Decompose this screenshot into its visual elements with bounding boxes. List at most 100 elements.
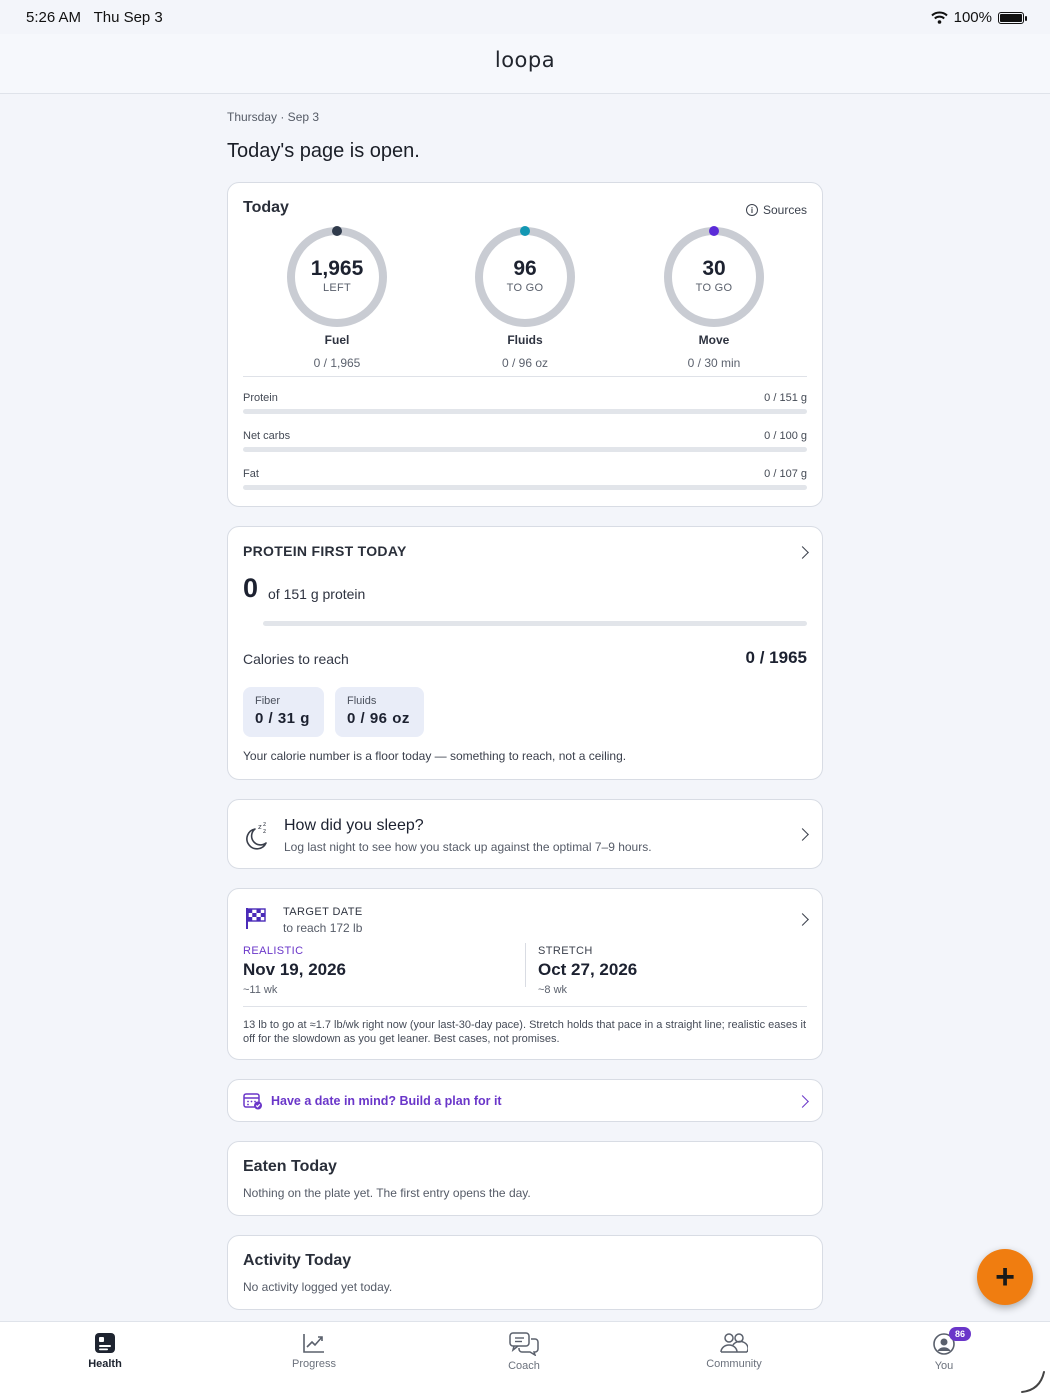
build-plan-link[interactable]: Have a date in mind? Build a plan for it (227, 1079, 823, 1122)
protein-first-title: PROTEIN FIRST TODAY (243, 543, 407, 559)
pill-value: 0 / 31 g (255, 710, 310, 727)
tab-progress[interactable]: Progress (259, 1332, 369, 1370)
macro-value: 0 / 100 g (764, 430, 807, 442)
ring-fuel[interactable]: 1,965 LEFT Fuel 0 / 1,965 (262, 225, 412, 370)
date-line: Thursday · Sep 3 (227, 110, 320, 124)
tab-label: You (934, 1360, 954, 1372)
ring-detail: 0 / 96 oz (501, 356, 549, 370)
main-content: Thursday · Sep 3 Today's page is open. T… (227, 94, 823, 1310)
wifi-icon (930, 11, 948, 24)
chart-line-icon (303, 1334, 324, 1353)
divider (243, 1006, 807, 1007)
calorie-floor-note: Your calorie number is a floor today — s… (243, 749, 627, 763)
chat-bubbles-icon (509, 1332, 539, 1356)
ring-sub: TO GO (506, 282, 544, 294)
protein-progress-bar (263, 621, 807, 626)
moon-sleep-icon: z z z (246, 821, 267, 850)
tab-label: Health (88, 1358, 122, 1370)
app-header: loopa (0, 34, 1050, 94)
macro-value: 0 / 151 g (764, 392, 807, 404)
eaten-today-subtitle: Nothing on the plate yet. The first entr… (243, 1186, 531, 1200)
activity-today-subtitle: No activity logged yet today. (243, 1280, 393, 1294)
ring-value: 96 (513, 257, 537, 280)
sources-button[interactable]: i Sources (745, 203, 807, 217)
macro-net-carbs: Net carbs 0 / 100 g (243, 430, 807, 460)
chevron-right-icon (796, 828, 809, 841)
activity-today-title: Activity Today (243, 1252, 352, 1269)
tab-label: Community (706, 1358, 762, 1370)
sleep-subtitle: Log last night to see how you stack up a… (284, 840, 652, 854)
ring-sub: TO GO (695, 282, 733, 294)
ring-value: 30 (702, 257, 726, 280)
tab-you[interactable]: 86 You (889, 1327, 999, 1372)
status-bar: 5:26 AM Thu Sep 3 100% (0, 0, 1050, 34)
target-date-card[interactable]: TARGET DATE to reach 172 lb REALISTIC No… (227, 888, 823, 1060)
tab-community[interactable]: Community (679, 1332, 789, 1370)
sources-label: Sources (762, 203, 807, 217)
tab-coach[interactable]: Coach (469, 1332, 579, 1372)
estimate-weeks: ~11 wk (243, 984, 278, 996)
divider (243, 376, 807, 377)
pill-label: Fluids (347, 695, 377, 707)
macro-value: 0 / 107 g (764, 468, 807, 480)
estimate-kind: STRETCH (538, 945, 593, 957)
ring-dot (332, 226, 342, 236)
protein-first-card[interactable]: PROTEIN FIRST TODAY 0 of 151 g protein C… (227, 526, 823, 780)
macro-name: Fat (243, 468, 259, 480)
realistic-estimate: REALISTIC Nov 19, 2026 ~11 wk (243, 945, 346, 996)
calories-label: Calories to reach (243, 651, 349, 667)
info-icon: i (745, 204, 758, 216)
ring-label: Move (698, 333, 730, 347)
ring-move[interactable]: 30 TO GO Move 0 / 30 min (639, 225, 789, 370)
status-time: 5:26 AM Thu Sep 3 (26, 9, 163, 26)
battery-icon (998, 11, 1027, 24)
protein-of-text: of 151 g protein (268, 586, 366, 602)
page-title: Today's page is open. (227, 140, 420, 162)
checkered-flag-icon (246, 908, 266, 929)
eaten-today-title: Eaten Today (243, 1158, 337, 1175)
app-logo: loopa (494, 48, 556, 72)
add-entry-button[interactable]: + (977, 1249, 1033, 1305)
rings-row: 1,965 LEFT Fuel 0 / 1,965 96 TO GO Fluid… (228, 225, 824, 370)
estimate-date: Oct 27, 2026 (538, 960, 638, 979)
build-plan-label: Have a date in mind? Build a plan for it (271, 1094, 502, 1108)
activity-today-card[interactable]: Activity Today No activity logged yet to… (227, 1235, 823, 1310)
ring-dot (709, 226, 719, 236)
notification-badge: 86 (949, 1327, 971, 1341)
calories-value: 0 / 1965 (745, 648, 807, 667)
battery-percent: 100% (953, 9, 992, 26)
today-title: Today (243, 199, 289, 216)
calendar-check-icon (243, 1093, 262, 1110)
macro-name: Protein (243, 392, 278, 404)
tab-health[interactable]: Health (50, 1332, 160, 1370)
ring-detail: 0 / 1,965 (313, 356, 361, 370)
eaten-today-card[interactable]: Eaten Today Nothing on the plate yet. Th… (227, 1141, 823, 1216)
ring-detail: 0 / 30 min (687, 356, 741, 370)
estimate-date: Nov 19, 2026 (243, 960, 347, 979)
status-indicators: 100% (930, 9, 1027, 26)
svg-text:z: z (263, 821, 266, 828)
protein-current: 0 (243, 573, 259, 603)
fluids-pill: Fluids 0 / 96 oz (335, 687, 424, 737)
tab-label: Coach (508, 1360, 540, 1372)
macro-progress-bar (243, 409, 807, 414)
bottom-tab-bar: Health Progress Coach Community 86 You (0, 1321, 1050, 1400)
svg-text:z: z (258, 823, 262, 831)
sleep-title: How did you sleep? (284, 817, 424, 834)
target-date-title: TARGET DATE (283, 906, 363, 918)
macro-fat: Fat 0 / 107 g (243, 468, 807, 498)
ring-label: Fluids (507, 333, 543, 347)
ring-fluids[interactable]: 96 TO GO Fluids 0 / 96 oz (450, 225, 600, 370)
macro-protein: Protein 0 / 151 g (243, 392, 807, 422)
pill-label: Fiber (255, 695, 281, 707)
ring-label: Fuel (324, 333, 350, 347)
target-date-note: 13 lb to go at ≈1.7 lb/wk right now (you… (243, 1019, 807, 1045)
chevron-right-icon (796, 913, 809, 926)
pill-value: 0 / 96 oz (347, 710, 410, 727)
today-card: Today i Sources 1,965 LEFT Fuel 0 / 1,96… (227, 182, 823, 507)
estimate-kind: REALISTIC (243, 945, 304, 957)
resize-handle-icon (1021, 1371, 1045, 1393)
svg-text:z: z (263, 828, 266, 835)
sleep-card[interactable]: z z z How did you sleep? Log last night … (227, 799, 823, 869)
fiber-pill: Fiber 0 / 31 g (243, 687, 324, 737)
